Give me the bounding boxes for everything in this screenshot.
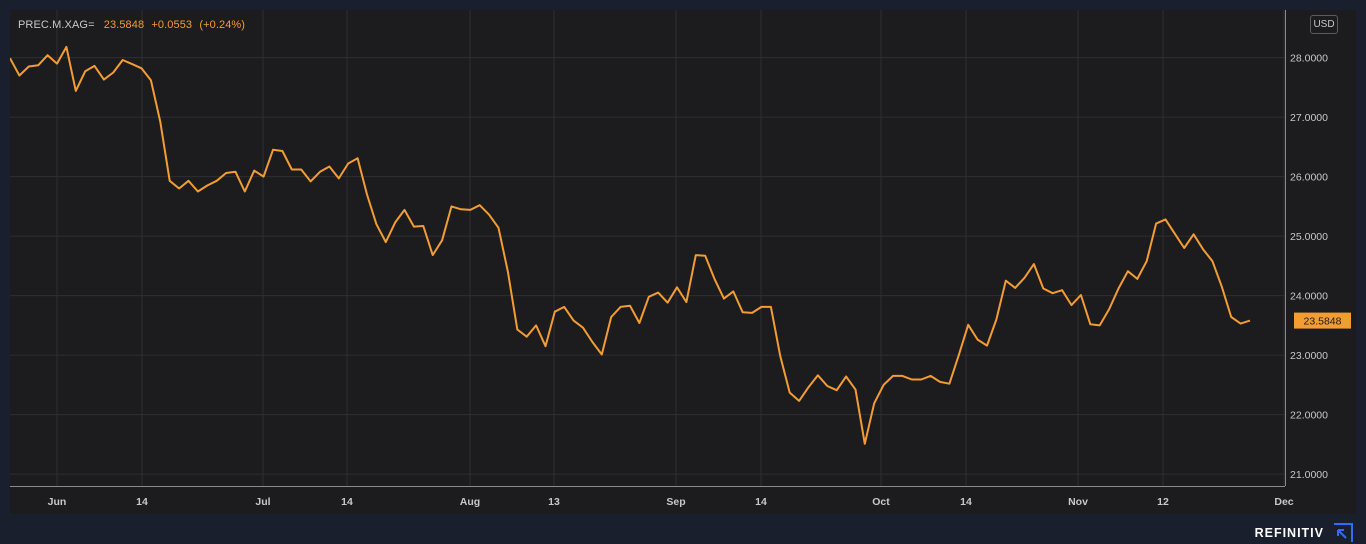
legend: PREC.M.XAG= 23.5848 +0.0553 (+0.24%) (18, 19, 249, 31)
x-tick-label: 14 (960, 496, 972, 508)
price-series-line (10, 45, 1251, 445)
legend-change: +0.0553 (151, 19, 193, 31)
y-tick-label: 23.0000 (1290, 350, 1328, 362)
x-tick-label: Jun (48, 496, 67, 508)
x-tick-label: 14 (755, 496, 767, 508)
currency-badge[interactable]: USD (1310, 15, 1338, 34)
x-tick-label: 12 (1157, 496, 1169, 508)
x-tick-label: Aug (460, 496, 480, 508)
y-tick-label: 21.0000 (1290, 469, 1328, 481)
y-tick-label: 24.0000 (1290, 291, 1328, 303)
grid (10, 10, 1285, 486)
y-tick-label: 28.0000 (1290, 53, 1328, 65)
x-tick-label: Nov (1068, 496, 1088, 508)
y-tick-label: 25.0000 (1290, 231, 1328, 243)
legend-price: 23.5848 (103, 19, 145, 31)
x-tick-label: Jul (255, 496, 270, 508)
legend-change-pct: (+0.24%) (199, 19, 246, 31)
x-tick-label: Oct (872, 496, 890, 508)
x-axis-ticks: Jun 14 Jul 14 Aug 13 Sep 14 Oct 14 Nov 12 Dec (48, 496, 1294, 508)
y-tick-label: 26.0000 (1290, 172, 1328, 184)
x-tick-label: 14 (136, 496, 148, 508)
footer-bar: REFINITIV (0, 514, 1366, 544)
series-layer (10, 45, 1251, 445)
refinitiv-logo-icon (1334, 523, 1353, 542)
y-axis-ticks: 28.0000 27.0000 26.0000 25.0000 24.0000 23.00… (1290, 53, 1328, 482)
x-tick-label: 14 (341, 496, 353, 508)
legend-symbol: PREC.M.XAG= (18, 19, 95, 31)
x-tick-label: Dec (1274, 496, 1293, 508)
x-tick-label: Sep (666, 496, 685, 508)
last-value-marker-group: 23.5848 (1294, 312, 1351, 329)
chart-panel[interactable]: 28.0000 27.0000 26.0000 25.0000 24.0000 23.00… (10, 10, 1356, 514)
last-value-label: 23.5848 (1304, 316, 1342, 328)
brand-logo-text: REFINITIV (1254, 526, 1324, 540)
price-chart[interactable]: 28.0000 27.0000 26.0000 25.0000 24.0000 23.00… (10, 10, 1356, 514)
y-tick-label: 22.0000 (1290, 410, 1328, 422)
y-tick-label: 27.0000 (1290, 112, 1328, 124)
x-tick-label: 13 (548, 496, 560, 508)
